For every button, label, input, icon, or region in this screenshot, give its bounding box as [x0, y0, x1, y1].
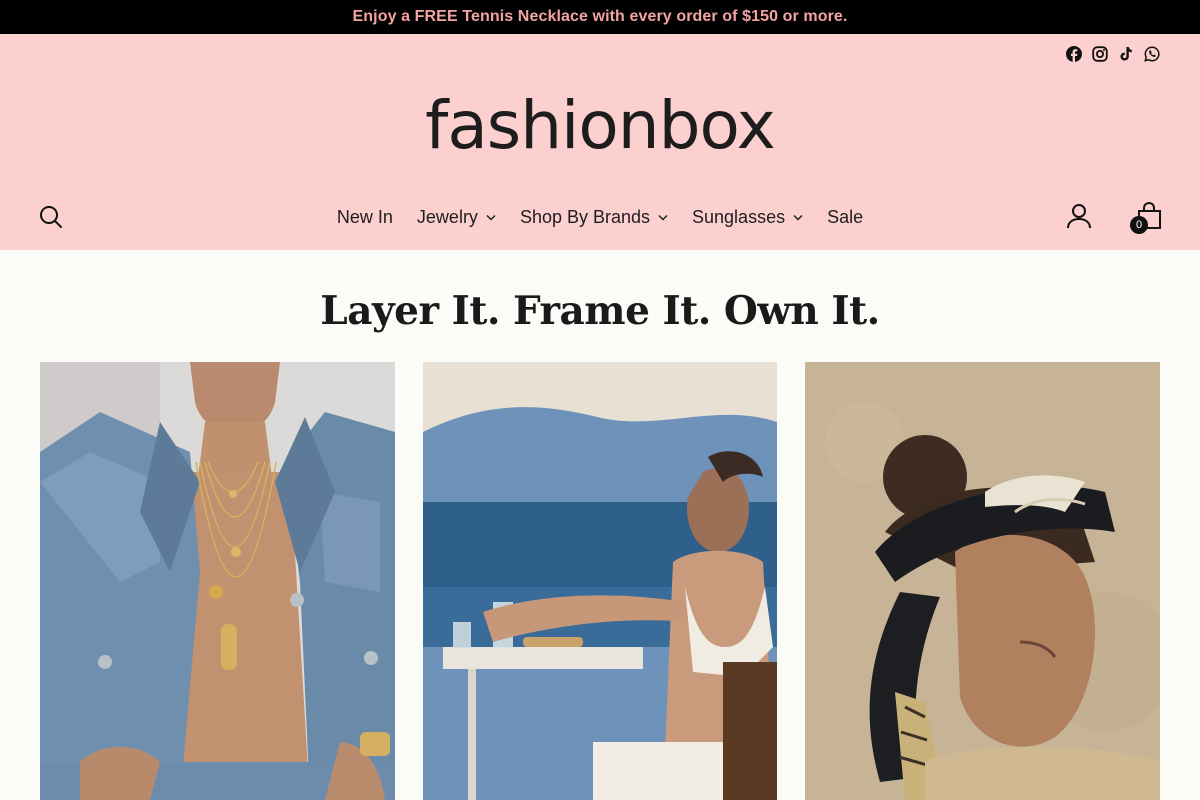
cart-button[interactable]: 0	[1128, 200, 1164, 236]
collection-card-necklaces[interactable]	[40, 362, 395, 800]
cart-count-badge: 0	[1130, 216, 1148, 234]
instagram-icon[interactable]	[1092, 46, 1108, 62]
nav-item-new-in[interactable]: New In	[337, 207, 393, 228]
account-icon[interactable]	[1066, 202, 1092, 230]
nav-item-shop-by-brands[interactable]: Shop By Brands	[520, 207, 668, 228]
nav-item-sale[interactable]: Sale	[827, 207, 863, 228]
nav-item-jewelry[interactable]: Jewelry	[417, 207, 496, 228]
site-header: fashionbox New In Jewelry Shop By Brands…	[0, 34, 1200, 250]
tiktok-icon[interactable]	[1118, 46, 1134, 62]
announcement-text: Enjoy a FREE Tennis Necklace with every …	[352, 8, 848, 25]
nav-item-sunglasses[interactable]: Sunglasses	[692, 207, 803, 228]
main-nav: New In Jewelry Shop By Brands Sunglasses…	[0, 202, 1200, 232]
chevron-down-icon	[658, 214, 668, 221]
whatsapp-icon[interactable]	[1144, 46, 1160, 62]
chevron-down-icon	[486, 214, 496, 221]
collection-card-sunglasses[interactable]	[423, 362, 777, 800]
collection-card-scarves[interactable]	[805, 362, 1160, 800]
nav-item-label: Sunglasses	[692, 206, 786, 227]
announcement-bar: Enjoy a FREE Tennis Necklace with every …	[0, 0, 1200, 34]
social-links	[1066, 46, 1160, 62]
model-seaside-bikini-image	[423, 362, 777, 800]
model-denim-necklace-image	[40, 362, 395, 800]
facebook-icon[interactable]	[1066, 46, 1082, 62]
chevron-down-icon	[793, 214, 803, 221]
section-heading: Layer It. Frame It. Own It.	[320, 288, 880, 334]
model-silk-scarf-image	[805, 362, 1160, 800]
nav-item-label: New In	[336, 206, 393, 227]
nav-item-label: Jewelry	[416, 206, 478, 227]
site-logo[interactable]: fashionbox	[0, 86, 1200, 166]
nav-item-label: Sale	[827, 206, 864, 227]
nav-item-label: Shop By Brands	[519, 206, 651, 227]
